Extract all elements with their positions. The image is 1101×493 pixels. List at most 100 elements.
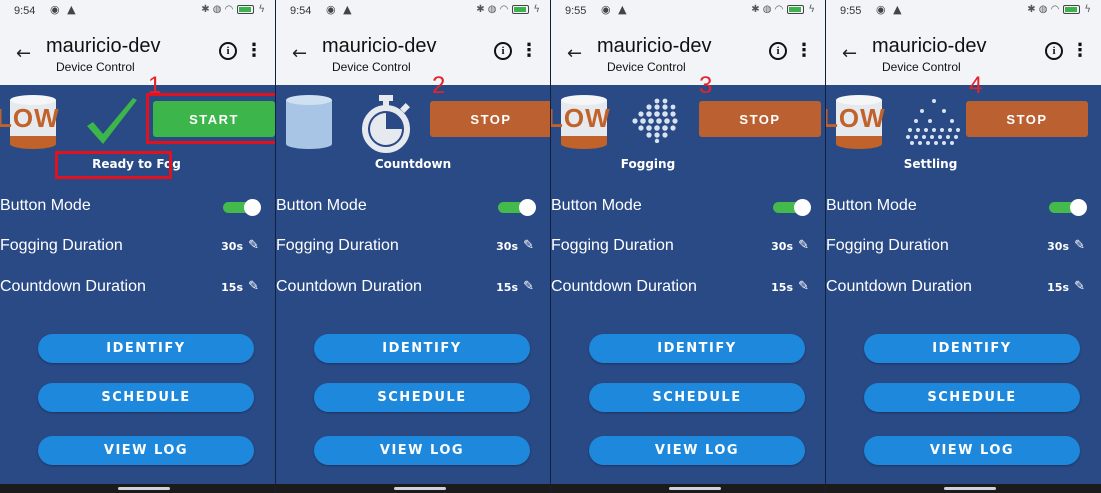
back-arrow-icon[interactable]: ←	[842, 43, 857, 64]
view-log-button[interactable]: VIEW LOG	[314, 436, 530, 465]
info-icon[interactable]: i	[769, 42, 787, 60]
view-log-button[interactable]: VIEW LOG	[864, 436, 1080, 465]
more-vert-icon[interactable]: ⋮	[245, 40, 263, 61]
button-mode-row: Button Mode	[0, 195, 275, 221]
more-vert-icon[interactable]: ⋮	[795, 40, 813, 61]
edit-pencil-icon[interactable]: ✎	[523, 238, 534, 253]
battery-icon	[237, 5, 255, 14]
schedule-button[interactable]: SCHEDULE	[38, 383, 254, 412]
identify-button[interactable]: IDENTIFY	[314, 334, 530, 363]
edit-pencil-icon[interactable]: ✎	[798, 279, 809, 294]
identify-button[interactable]: IDENTIFY	[864, 334, 1080, 363]
countdown-duration-row[interactable]: Countdown Duration 15s ✎	[276, 276, 550, 302]
fogging-duration-value: 30s	[221, 240, 243, 253]
button-mode-row: Button Mode	[551, 195, 825, 221]
back-arrow-icon[interactable]: ←	[16, 43, 31, 64]
button-mode-label: Button Mode	[0, 197, 91, 214]
stop-button[interactable]: STOP	[966, 101, 1088, 137]
stop-button[interactable]: STOP	[699, 101, 821, 137]
screen-fogging: 9:55 ◉ ▲ ✱ ◍ ◠ ϟ ← mauricio-dev Device C…	[550, 0, 825, 493]
battery-icon	[787, 5, 805, 14]
system-icons: ✱ ◍ ◠ ϟ	[476, 4, 540, 15]
screen-settling: 9:55 ◉ ▲ ✱ ◍ ◠ ϟ ← mauricio-dev Device C…	[825, 0, 1101, 493]
info-icon[interactable]: i	[219, 42, 237, 60]
countdown-duration-value: 15s	[771, 281, 793, 294]
view-log-button[interactable]: VIEW LOG	[38, 436, 254, 465]
status-bar: 9:55 ◉ ▲ ✱ ◍ ◠ ϟ	[826, 0, 1101, 23]
button-mode-toggle[interactable]	[223, 199, 261, 216]
countdown-duration-row[interactable]: Countdown Duration 15s ✎	[0, 276, 275, 302]
device-name: mauricio-dev	[322, 35, 437, 57]
edit-pencil-icon[interactable]: ✎	[248, 238, 259, 253]
fogging-duration-row[interactable]: Fogging Duration 30s ✎	[826, 235, 1101, 261]
identify-button[interactable]: IDENTIFY	[38, 334, 254, 363]
fogging-duration-value: 30s	[1047, 240, 1069, 253]
status-label: Countdown	[374, 157, 452, 171]
step-number: 4	[969, 72, 983, 99]
status-label: Settling	[903, 157, 958, 171]
schedule-button[interactable]: SCHEDULE	[314, 383, 530, 412]
status-bar: 9:54 ◉ ▲ ✱ ◍ ◠ ϟ	[276, 0, 550, 23]
countdown-duration-label: Countdown Duration	[551, 278, 697, 295]
countdown-duration-row[interactable]: Countdown Duration 15s ✎	[551, 276, 825, 302]
edit-pencil-icon[interactable]: ✎	[523, 279, 534, 294]
screen-ready: 9:54 ◉ ▲ ✱ ◍ ◠ ϟ ← mauricio-dev Device C…	[0, 0, 275, 493]
countdown-duration-value: 15s	[496, 281, 518, 294]
back-arrow-icon[interactable]: ←	[292, 43, 307, 64]
fogging-duration-value: 30s	[496, 240, 518, 253]
step-number: 2	[432, 72, 446, 99]
view-log-button[interactable]: VIEW LOG	[589, 436, 805, 465]
button-mode-toggle[interactable]	[498, 199, 536, 216]
checkmark-icon	[87, 98, 137, 144]
stopwatch-icon	[362, 95, 410, 153]
device-name: mauricio-dev	[872, 35, 987, 57]
stop-button[interactable]: STOP	[430, 101, 550, 137]
more-vert-icon[interactable]: ⋮	[1071, 40, 1089, 61]
gesture-bar	[0, 484, 275, 493]
schedule-button[interactable]: SCHEDULE	[589, 383, 805, 412]
button-mode-row: Button Mode	[276, 195, 550, 221]
fogging-duration-label: Fogging Duration	[276, 237, 399, 254]
status-bar: 9:55 ◉ ▲ ✱ ◍ ◠ ϟ	[551, 0, 825, 23]
system-icons: ✱ ◍ ◠ ϟ	[751, 4, 815, 15]
fogging-duration-row[interactable]: Fogging Duration 30s ✎	[276, 235, 550, 261]
tank-level-label: LOW	[825, 103, 886, 133]
start-highlight-box	[146, 93, 275, 144]
battery-icon	[512, 5, 530, 14]
step-number: 3	[699, 72, 713, 99]
info-icon[interactable]: i	[494, 42, 512, 60]
status-time: 9:54	[14, 5, 36, 17]
info-icon[interactable]: i	[1045, 42, 1063, 60]
countdown-duration-value: 15s	[1047, 281, 1069, 294]
fogging-duration-row[interactable]: Fogging Duration 30s ✎	[0, 235, 275, 261]
fogging-duration-value: 30s	[771, 240, 793, 253]
edit-pencil-icon[interactable]: ✎	[1074, 279, 1085, 294]
button-mode-toggle[interactable]	[773, 199, 811, 216]
countdown-duration-row[interactable]: Countdown Duration 15s ✎	[826, 276, 1101, 302]
identify-button[interactable]: IDENTIFY	[589, 334, 805, 363]
edit-pencil-icon[interactable]: ✎	[248, 279, 259, 294]
fogging-duration-label: Fogging Duration	[551, 237, 674, 254]
tank-level-label: LOW	[550, 103, 611, 133]
button-mode-toggle[interactable]	[1049, 199, 1087, 216]
status-bar: 9:54 ◉ ▲ ✱ ◍ ◠ ϟ	[0, 0, 275, 23]
fogging-duration-row[interactable]: Fogging Duration 30s ✎	[551, 235, 825, 261]
notification-icons: ◉ ▲	[326, 3, 354, 16]
countdown-duration-label: Countdown Duration	[276, 278, 422, 295]
fog-sparse-icon	[906, 99, 960, 145]
page-subtitle: Device Control	[56, 60, 135, 74]
gesture-bar	[551, 484, 825, 493]
button-mode-label: Button Mode	[826, 197, 917, 214]
more-vert-icon[interactable]: ⋮	[520, 40, 538, 61]
notification-icons: ◉ ▲	[601, 3, 629, 16]
schedule-button[interactable]: SCHEDULE	[864, 383, 1080, 412]
edit-pencil-icon[interactable]: ✎	[1074, 238, 1085, 253]
back-arrow-icon[interactable]: ←	[567, 43, 582, 64]
page-subtitle: Device Control	[882, 60, 961, 74]
screenshot-strip: 9:54 ◉ ▲ ✱ ◍ ◠ ϟ ← mauricio-dev Device C…	[0, 0, 1101, 493]
page-subtitle: Device Control	[332, 60, 411, 74]
fog-dense-icon	[632, 98, 678, 143]
battery-icon	[1063, 5, 1081, 14]
screen-countdown: 9:54 ◉ ▲ ✱ ◍ ◠ ϟ ← mauricio-dev Device C…	[275, 0, 550, 493]
edit-pencil-icon[interactable]: ✎	[798, 238, 809, 253]
